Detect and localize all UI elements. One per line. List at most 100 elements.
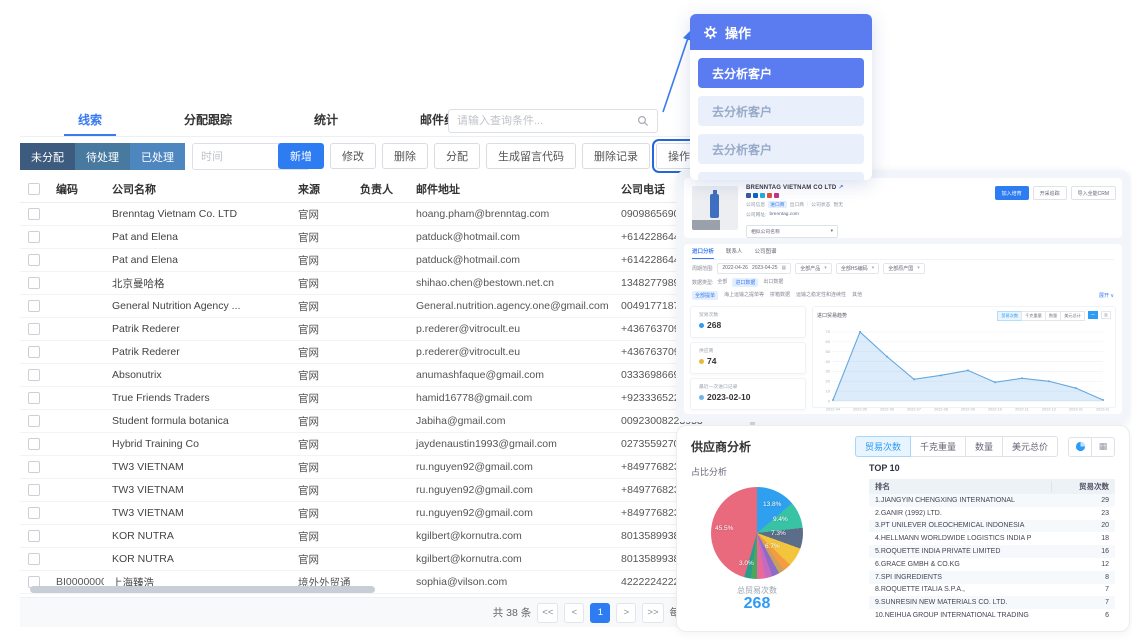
cell: kgilbert@kornutra.com [408, 553, 613, 565]
company-website-line: 公司网址: brenntag.com [746, 211, 843, 218]
chart-btn-贸易次数[interactable]: 贸易次数 [997, 311, 1022, 321]
row-checkbox[interactable] [28, 300, 40, 312]
row-checkbox[interactable] [28, 507, 40, 519]
company-tab-公司图谱[interactable]: 公司图谱 [755, 244, 777, 259]
action-新增[interactable]: 新增 [278, 143, 324, 169]
similar-company-select[interactable]: 相似公司名称 ▾ [746, 225, 838, 238]
facebook-icon[interactable] [746, 193, 751, 198]
svg-text:2022-05: 2022-05 [853, 408, 867, 412]
chart-btn-美元总计[interactable]: 美元总计 [1060, 311, 1085, 321]
company-button-加入培育[interactable]: 加入培育 [995, 186, 1029, 200]
page-next-button[interactable]: > [616, 603, 636, 623]
row-checkbox[interactable] [28, 369, 40, 381]
ops-item[interactable]: 去分析客户 [698, 58, 864, 88]
chip-运输之稳定性和连续性[interactable]: 运输之稳定性和连续性 [796, 291, 846, 300]
row-checkbox[interactable] [28, 392, 40, 404]
table-view-button[interactable]: ▦ [1091, 437, 1115, 457]
twitter-icon[interactable] [760, 193, 765, 198]
trend-line-chart: 0102030405060702022-042022-052022-062022… [817, 321, 1109, 413]
row-checkbox[interactable] [28, 254, 40, 266]
expand-toggle[interactable]: 展开 ∨ [1099, 292, 1114, 299]
company-button-开采追踪[interactable]: 开采追踪 [1033, 186, 1067, 200]
row-checkbox[interactable] [28, 461, 40, 473]
ops-item[interactable]: 去分析客户 [698, 96, 864, 126]
ops-item[interactable]: 去分析客户 [698, 134, 864, 164]
chart-btn-千克重量[interactable]: 千克重量 [1021, 311, 1046, 321]
table-row: General Nutrition Agency ...官网General.nu… [20, 295, 757, 318]
filter-未分配[interactable]: 未分配 [20, 143, 75, 170]
column-header-负责人: 负责人 [352, 181, 408, 197]
horizontal-scrollbar[interactable] [30, 586, 375, 593]
row-checkbox[interactable] [28, 208, 40, 220]
select-全部原产国[interactable]: 全部原产国▾ [883, 263, 925, 274]
type-option-全部[interactable]: 全部 [717, 278, 727, 287]
supplier-panel: 供应商分析 贸易次数千克重量数量美元总价 ▦ 占比分析 13.8%9.4%7.3… [676, 425, 1130, 632]
row-checkbox-cell [20, 208, 48, 220]
company-tab-联系人[interactable]: 联系人 [726, 244, 743, 259]
page-number-button[interactable]: 1 [590, 603, 610, 623]
tab-统计[interactable]: 统计 [300, 105, 352, 136]
metric-美元总价[interactable]: 美元总价 [1002, 436, 1058, 457]
row-checkbox[interactable] [28, 484, 40, 496]
company-meta-line: 公司信息 进口商 出口商 | 公司状态 暂无 [746, 201, 843, 208]
row-checkbox[interactable] [28, 553, 40, 565]
instagram-icon[interactable] [774, 193, 779, 198]
chart-btn-数量[interactable]: 数量 [1045, 311, 1061, 321]
page-prev-button[interactable]: < [564, 603, 584, 623]
supplier-controls: 贸易次数千克重量数量美元总价 ▦ [856, 436, 1115, 457]
chip-拼箱数据[interactable]: 拼箱数据 [770, 291, 790, 300]
ops-item[interactable]: 去分析客户 [698, 172, 864, 180]
action-修改[interactable]: 修改 [330, 143, 376, 169]
chip-其他[interactable]: 其他 [852, 291, 862, 300]
page-first-button[interactable]: << [537, 603, 558, 623]
row-checkbox[interactable] [28, 323, 40, 335]
filter-已处理[interactable]: 已处理 [130, 143, 185, 170]
line-view-icon[interactable]: 〜 [1088, 311, 1098, 319]
row-checkbox[interactable] [28, 530, 40, 542]
cell: Pat and Elena [104, 231, 290, 243]
row-checkbox[interactable] [28, 231, 40, 243]
chip-海上运输之提单等[interactable]: 海上运输之提单等 [724, 291, 764, 300]
search-input[interactable] [457, 115, 637, 127]
action-删除记录[interactable]: 删除记录 [582, 143, 650, 169]
select-全部HS编码[interactable]: 全部HS编码▾ [836, 263, 879, 274]
type-option-进口数据[interactable]: 进口数据 [732, 278, 758, 287]
date-range-input[interactable]: 2022-04-26 2023-04-25 ▦ [717, 263, 791, 274]
table-row: KOR NUTRA官网kgilbert@kornutra.com80135899… [20, 548, 757, 571]
row-checkbox-cell [20, 392, 48, 404]
company-button-导入全能CRM[interactable]: 导入全能CRM [1071, 186, 1116, 200]
chip-全部提单[interactable]: 全部提单 [692, 291, 718, 300]
row-checkbox[interactable] [28, 415, 40, 427]
date-filter-input[interactable] [201, 151, 290, 163]
metric-数量[interactable]: 数量 [965, 436, 1003, 457]
table-row: TW3 VIETNAM官网ru.nguyen92@gmail.com+84977… [20, 502, 757, 525]
row-checkbox[interactable] [28, 438, 40, 450]
gear-icon [704, 26, 717, 39]
row-checkbox[interactable] [28, 346, 40, 358]
company-logo [692, 186, 738, 230]
external-link-icon[interactable]: ↗ [838, 185, 843, 191]
metric-贸易次数[interactable]: 贸易次数 [855, 436, 911, 457]
row-checkbox[interactable] [28, 277, 40, 289]
select-all-checkbox[interactable] [28, 183, 40, 195]
company-website[interactable]: brenntag.com [770, 212, 799, 217]
bar-view-icon[interactable]: ▥ [1101, 311, 1111, 319]
type-option-出口数据[interactable]: 出口数据 [763, 278, 783, 287]
action-生成留言代码[interactable]: 生成留言代码 [486, 143, 576, 169]
metric-千克重量[interactable]: 千克重量 [910, 436, 966, 457]
action-分配[interactable]: 分配 [434, 143, 480, 169]
linkedin-icon[interactable] [753, 193, 758, 198]
tab-分配跟踪[interactable]: 分配跟踪 [170, 105, 246, 136]
tab-线索[interactable]: 线索 [64, 105, 116, 136]
company-tab-进口分析[interactable]: 进口分析 [692, 244, 714, 259]
filter-待处理[interactable]: 待处理 [75, 143, 130, 170]
youtube-icon[interactable] [767, 193, 772, 198]
top10-row: 3.PT UNILEVER OLEOCHEMICAL INDONESIA20 [869, 520, 1115, 533]
select-全部产品[interactable]: 全部产品▾ [795, 263, 832, 274]
page-last-button[interactable]: >> [642, 603, 663, 623]
table-row: Pat and Elena官网patduck@hotmail.com+61422… [20, 226, 757, 249]
cell: True Friends Traders [104, 392, 290, 404]
cell: 官网 [290, 460, 352, 475]
action-删除[interactable]: 删除 [382, 143, 428, 169]
pie-view-button[interactable] [1068, 437, 1092, 457]
